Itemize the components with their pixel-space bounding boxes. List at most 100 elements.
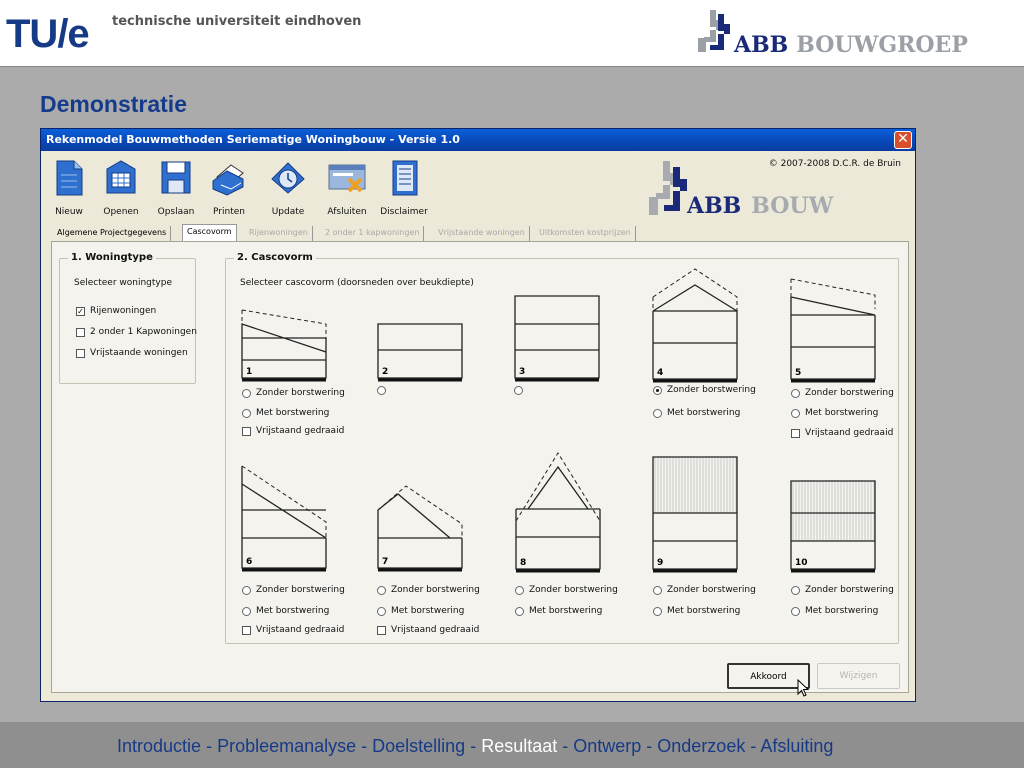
cascovorm-shape-10[interactable]: 10 bbox=[789, 479, 879, 575]
radio-dot bbox=[791, 408, 800, 418]
radio-5-zonder-borstwering[interactable]: Zonder borstwering bbox=[791, 388, 894, 398]
radio-1-met-borstwering[interactable]: Met borstwering bbox=[242, 408, 329, 418]
window-titlebar[interactable]: Rekenmodel Bouwmethoden Seriematige Woni… bbox=[41, 129, 915, 151]
shape-number: 9 bbox=[657, 558, 664, 568]
radio-8-met-borstwering[interactable]: Met borstwering bbox=[515, 606, 602, 616]
section-drawing-flat-three-storey bbox=[514, 295, 600, 382]
cascovorm-shape-8[interactable]: 8 bbox=[514, 451, 604, 575]
checkbox-5-vrijstaand-gedraaid[interactable]: Vrijstaand gedraaid bbox=[791, 428, 893, 438]
tue-logo: TU/e bbox=[6, 12, 90, 57]
slide-footer: Introductie - Probleemanalyse - Doelstel… bbox=[0, 722, 1024, 768]
radio-dot bbox=[242, 606, 251, 616]
tab-uitkomsten-kostprijzen[interactable]: Uitkomsten kostprijzen bbox=[535, 226, 636, 242]
toolbar-button-nieuw[interactable]: Nieuw bbox=[41, 159, 97, 217]
radio-dot bbox=[653, 585, 662, 595]
radio-6-zonder-borstwering[interactable]: Zonder borstwering bbox=[242, 585, 345, 595]
cascovorm-shape-9[interactable]: 9 bbox=[651, 455, 741, 575]
radio-1-zonder-borstwering[interactable]: Zonder borstwering bbox=[242, 388, 345, 398]
nav-item-ontwerp[interactable]: Ontwerp bbox=[573, 736, 641, 756]
printer-icon bbox=[212, 164, 244, 196]
tue-logo-text: TU/e bbox=[6, 12, 90, 56]
text-document-icon bbox=[392, 160, 418, 196]
radio-dot bbox=[653, 606, 662, 616]
radio-2[interactable] bbox=[377, 386, 391, 395]
shape-number: 10 bbox=[795, 558, 808, 568]
shape-number: 8 bbox=[520, 558, 527, 568]
toolbar-button-disclaimer[interactable]: Disclaimer bbox=[376, 159, 432, 217]
cascovorm-shape-5[interactable]: 5 bbox=[789, 275, 879, 385]
checkbox-7-vrijstaand-gedraaid[interactable]: Vrijstaand gedraaid bbox=[377, 625, 479, 635]
toolbar-button-openen[interactable]: Openen bbox=[93, 159, 149, 217]
radio-9-met-borstwering[interactable]: Met borstwering bbox=[653, 606, 740, 616]
checkbox-2-onder-1-kapwoningen[interactable]: 2 onder 1 Kapwoningen bbox=[76, 327, 197, 337]
nav-item-probleemanalyse[interactable]: Probleemanalyse bbox=[217, 736, 356, 756]
open-folder-icon bbox=[106, 160, 136, 194]
section-drawing-flat-hatched-three-storey bbox=[652, 456, 738, 573]
cascovorm-shape-6[interactable]: 6 bbox=[240, 462, 330, 574]
radio-7-met-borstwering[interactable]: Met borstwering bbox=[377, 606, 464, 616]
radio-dot bbox=[515, 606, 524, 616]
radio-8-zonder-borstwering[interactable]: Zonder borstwering bbox=[515, 585, 618, 595]
checkbox-1-vrijstaand-gedraaid[interactable]: Vrijstaand gedraaid bbox=[242, 426, 344, 436]
shape-number: 3 bbox=[519, 367, 526, 377]
checkbox-vrijstaande-woningen[interactable]: Vrijstaande woningen bbox=[76, 348, 188, 358]
toolbar-button-printen[interactable]: Printen bbox=[201, 159, 257, 217]
cascovorm-prompt: Selecteer cascovorm (doorsneden over beu… bbox=[240, 278, 474, 288]
wijzigen-button[interactable]: Wijzigen bbox=[817, 663, 900, 689]
checkbox-rijenwoningen[interactable]: ✓ Rijenwoningen bbox=[76, 306, 156, 316]
cascovorm-shape-3[interactable]: 3 bbox=[513, 284, 603, 384]
toolbar-button-opslaan[interactable]: Opslaan bbox=[148, 159, 204, 217]
section-navigation: Introductie - Probleemanalyse - Doelstel… bbox=[117, 736, 833, 757]
tab-cascovorm[interactable]: Cascovorm bbox=[182, 224, 237, 242]
checkbox-box bbox=[242, 426, 251, 436]
radio-10-zonder-borstwering[interactable]: Zonder borstwering bbox=[791, 585, 894, 595]
tab-algemene-projectgegevens[interactable]: Algemene Projectgegevens bbox=[53, 226, 172, 242]
checkbox-box bbox=[76, 327, 85, 337]
abb-bouw-text: ABB BOUW bbox=[687, 193, 834, 219]
toolbar-button-afsluiten[interactable]: Afsluiten bbox=[319, 159, 375, 217]
nav-item-onderzoek[interactable]: Onderzoek bbox=[657, 736, 745, 756]
checkbox-box bbox=[791, 428, 800, 438]
section-drawing-mono-pitch bbox=[241, 309, 327, 382]
cascovorm-shape-2[interactable]: 2 bbox=[376, 304, 466, 384]
tab-2-onder-1-kapwoningen[interactable]: 2 onder 1 kapwoningen bbox=[321, 226, 425, 242]
checkbox-box bbox=[377, 625, 386, 635]
tab-rijenwoningen[interactable]: Rijenwoningen bbox=[245, 226, 313, 242]
nav-item-doelstelling[interactable]: Doelstelling bbox=[372, 736, 465, 756]
radio-4-met-borstwering[interactable]: Met borstwering bbox=[653, 408, 740, 418]
nav-item-afsluiting[interactable]: Afsluiting bbox=[760, 736, 833, 756]
abb-figure-icon bbox=[698, 10, 730, 52]
cascovorm-shape-1[interactable]: 1 bbox=[240, 304, 330, 384]
close-button[interactable]: ✕ bbox=[894, 131, 912, 149]
radio-dot bbox=[242, 585, 251, 595]
radio-6-met-borstwering[interactable]: Met borstwering bbox=[242, 606, 329, 616]
cascovorm-shape-4[interactable]: 4 bbox=[651, 267, 741, 385]
cascovorm-shape-7[interactable]: 7 bbox=[376, 482, 466, 574]
radio-dot bbox=[514, 386, 523, 395]
radio-5-met-borstwering[interactable]: Met borstwering bbox=[791, 408, 878, 418]
checkbox-6-vrijstaand-gedraaid[interactable]: Vrijstaand gedraaid bbox=[242, 625, 344, 635]
radio-dot bbox=[791, 606, 800, 616]
shape-number: 4 bbox=[657, 368, 664, 378]
nav-separator: - bbox=[745, 736, 761, 756]
toolbar-button-update[interactable]: Update bbox=[260, 159, 316, 217]
new-document-icon bbox=[56, 160, 83, 196]
slide-title: Demonstratie bbox=[40, 91, 187, 117]
tab-vrijstaande-woningen[interactable]: Vrijstaande woningen bbox=[434, 226, 530, 242]
nav-item-resultaat[interactable]: Resultaat bbox=[481, 736, 557, 756]
radio-10-met-borstwering[interactable]: Met borstwering bbox=[791, 606, 878, 616]
shape-number: 7 bbox=[382, 557, 389, 567]
checkbox-box bbox=[242, 625, 251, 635]
radio-4-zonder-borstwering[interactable]: Zonder borstwering bbox=[653, 385, 756, 395]
section-drawing-steep-pitched bbox=[515, 452, 601, 573]
nav-item-introductie[interactable]: Introductie bbox=[117, 736, 201, 756]
nav-separator: - bbox=[641, 736, 658, 756]
radio-dot bbox=[791, 585, 800, 595]
radio-dot bbox=[377, 585, 386, 595]
window-title: Rekenmodel Bouwmethoden Seriematige Woni… bbox=[46, 133, 460, 146]
section-drawing-mono-pitch bbox=[790, 278, 876, 383]
radio-7-zonder-borstwering[interactable]: Zonder borstwering bbox=[377, 585, 480, 595]
radio-9-zonder-borstwering[interactable]: Zonder borstwering bbox=[653, 585, 756, 595]
cascovorm-group: 2. Cascovorm Selecteer cascovorm (doorsn… bbox=[225, 252, 899, 644]
radio-3[interactable] bbox=[514, 386, 528, 395]
